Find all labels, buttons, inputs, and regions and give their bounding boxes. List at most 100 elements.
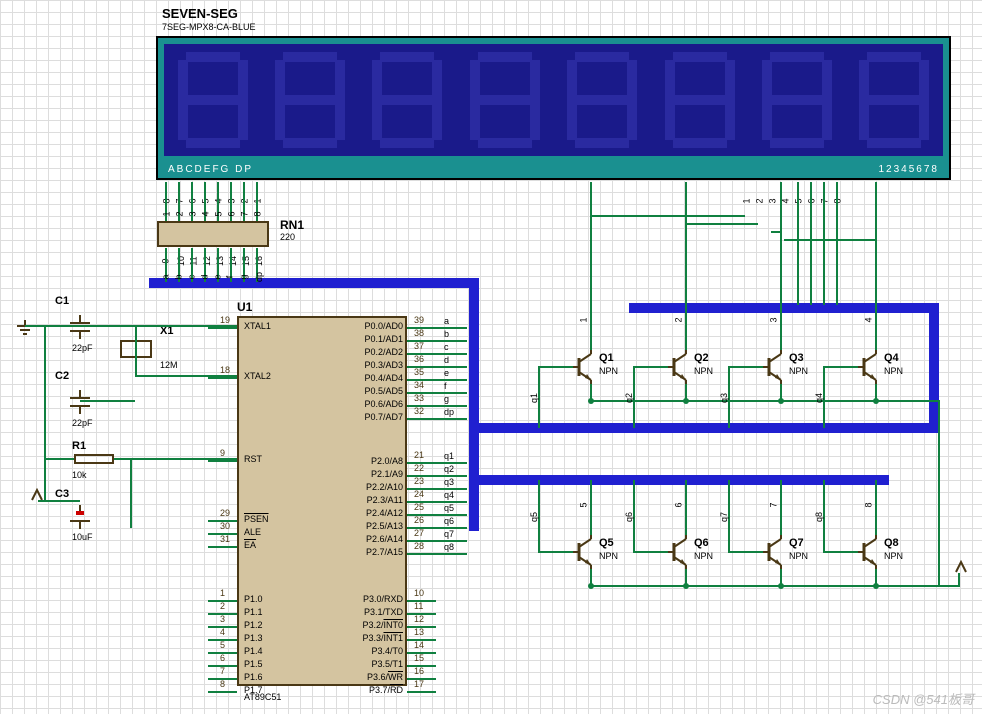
u1-pin-label: P2.5/A13	[366, 521, 403, 531]
transistor-q5	[573, 535, 597, 569]
transistor-type: NPN	[884, 551, 903, 561]
u1-pin-label: P2.1/A9	[371, 469, 403, 479]
rn1-pin: 2	[175, 211, 185, 216]
wire	[938, 400, 940, 587]
u1-pin-num: 27	[414, 528, 424, 538]
net-label: q1	[444, 451, 454, 461]
u1-pin-num: 28	[414, 541, 424, 551]
u1-pin-label: P3.3/INT1	[362, 633, 403, 643]
wire	[130, 458, 132, 528]
u1-pin-label: P0.1/AD1	[364, 334, 403, 344]
u1-pin-num: 37	[414, 341, 424, 351]
u1-pin-label: P1.0	[244, 594, 263, 604]
u1-pin-num: 11	[414, 601, 423, 611]
u1-pin-num: 12	[414, 614, 424, 624]
r1-ref: R1	[72, 440, 86, 452]
schematic-canvas[interactable]: SEVEN-SEG 7SEG-MPX8-CA-BLUE ABCDEFG DP 1…	[0, 0, 982, 714]
u1-pin-num: 16	[414, 666, 424, 676]
rn1-value: 220	[280, 232, 295, 242]
transistor-type: NPN	[694, 551, 713, 561]
u1-pin-label: EA	[244, 540, 256, 550]
pin-wire	[208, 377, 237, 379]
wire	[685, 223, 758, 225]
u1-pin-label: PSEN	[244, 514, 269, 524]
u1-pin-label: P2.3/A11	[367, 495, 403, 505]
collector-pin: 6	[674, 502, 684, 507]
u1-pin-label: P3.7/RD	[369, 685, 403, 695]
transistor-ref: Q5	[599, 537, 614, 549]
wire	[797, 182, 799, 305]
pin-wire	[407, 553, 467, 555]
c1-val: 22pF	[72, 343, 93, 353]
rn1-pin: 4	[201, 211, 211, 216]
wire	[80, 400, 135, 402]
rn1-pin: 6	[227, 211, 237, 216]
u1-pin-label: P1.1	[244, 607, 263, 617]
rn1-pin: 5	[214, 211, 224, 216]
u1-pin-num: 22	[414, 463, 424, 473]
u1-pin-num: 4	[220, 627, 225, 637]
wire	[810, 182, 812, 305]
net-label: q3	[719, 393, 729, 403]
u1-pin-num: 39	[414, 315, 424, 325]
u1-pin-label: XTAL2	[244, 371, 271, 381]
u1-pin-num: 7	[220, 666, 225, 676]
u1-pin-label: P2.6/A14	[366, 534, 403, 544]
net-label: e	[444, 368, 449, 378]
rn1-pin: 8	[253, 211, 263, 216]
pin-wire	[407, 418, 467, 420]
u1-pin-label: P0.3/AD3	[364, 360, 403, 370]
wire	[780, 480, 782, 535]
u1-pin-num: 9	[220, 448, 225, 458]
transistor-q6	[668, 535, 692, 569]
rn1-ref: RN1	[280, 218, 304, 232]
u1-pin-num: 19	[220, 315, 230, 325]
u1-pin-num: 31	[220, 534, 230, 544]
transistor-ref: Q6	[694, 537, 709, 549]
display-left-text: ABCDEFG DP	[168, 164, 253, 175]
net-label: q5	[444, 503, 454, 513]
wire	[633, 551, 668, 553]
wire	[590, 480, 592, 535]
bus	[469, 431, 479, 531]
pin-wire	[208, 546, 237, 548]
rn1-net: e	[213, 274, 223, 279]
transistor-ref: Q7	[789, 537, 804, 549]
u1-pin-label: P0.6/AD6	[364, 399, 403, 409]
rn1-net: dp	[254, 272, 264, 282]
wire	[875, 182, 877, 350]
u1-pin-num: 13	[414, 627, 424, 637]
u1-pin-num: 21	[414, 450, 424, 460]
u1-pin-num: 32	[414, 406, 424, 416]
junction-dot	[873, 583, 879, 589]
wire	[38, 500, 80, 502]
display-digit-pin: 1	[742, 198, 752, 203]
collector-pin: 4	[864, 317, 874, 322]
net-label: dp	[444, 407, 454, 417]
vcc-arrow-left	[30, 488, 44, 505]
u1-pin-label: P3.2/INT0	[362, 620, 403, 630]
rn1-resistor-network	[157, 221, 269, 247]
net-label: g	[444, 394, 449, 404]
net-label: q8	[444, 542, 454, 552]
wire-emitter-common	[590, 585, 960, 587]
rn1-net: f	[224, 276, 234, 279]
u1-pin-label: P2.7/A15	[366, 547, 403, 557]
u1-pin-num: 35	[414, 367, 424, 377]
collector-pin: 3	[769, 317, 779, 322]
vcc-arrow-right	[954, 560, 968, 577]
transistor-q1	[573, 350, 597, 384]
net-label: q2	[624, 393, 634, 403]
u1-pin-label: P0.7/AD7	[364, 412, 403, 422]
display-digit-pin: 4	[781, 198, 791, 203]
wire	[728, 551, 763, 553]
net-label: d	[444, 355, 449, 365]
wire	[633, 366, 668, 368]
u1-pin-num: 25	[414, 502, 424, 512]
u1-pin-label: RST	[244, 454, 262, 464]
pin-wire	[208, 460, 237, 462]
net-label: q7	[719, 511, 729, 521]
collector-pin: 1	[579, 317, 589, 322]
bus	[149, 278, 469, 288]
u1-pin-label: P1.2	[244, 620, 263, 630]
